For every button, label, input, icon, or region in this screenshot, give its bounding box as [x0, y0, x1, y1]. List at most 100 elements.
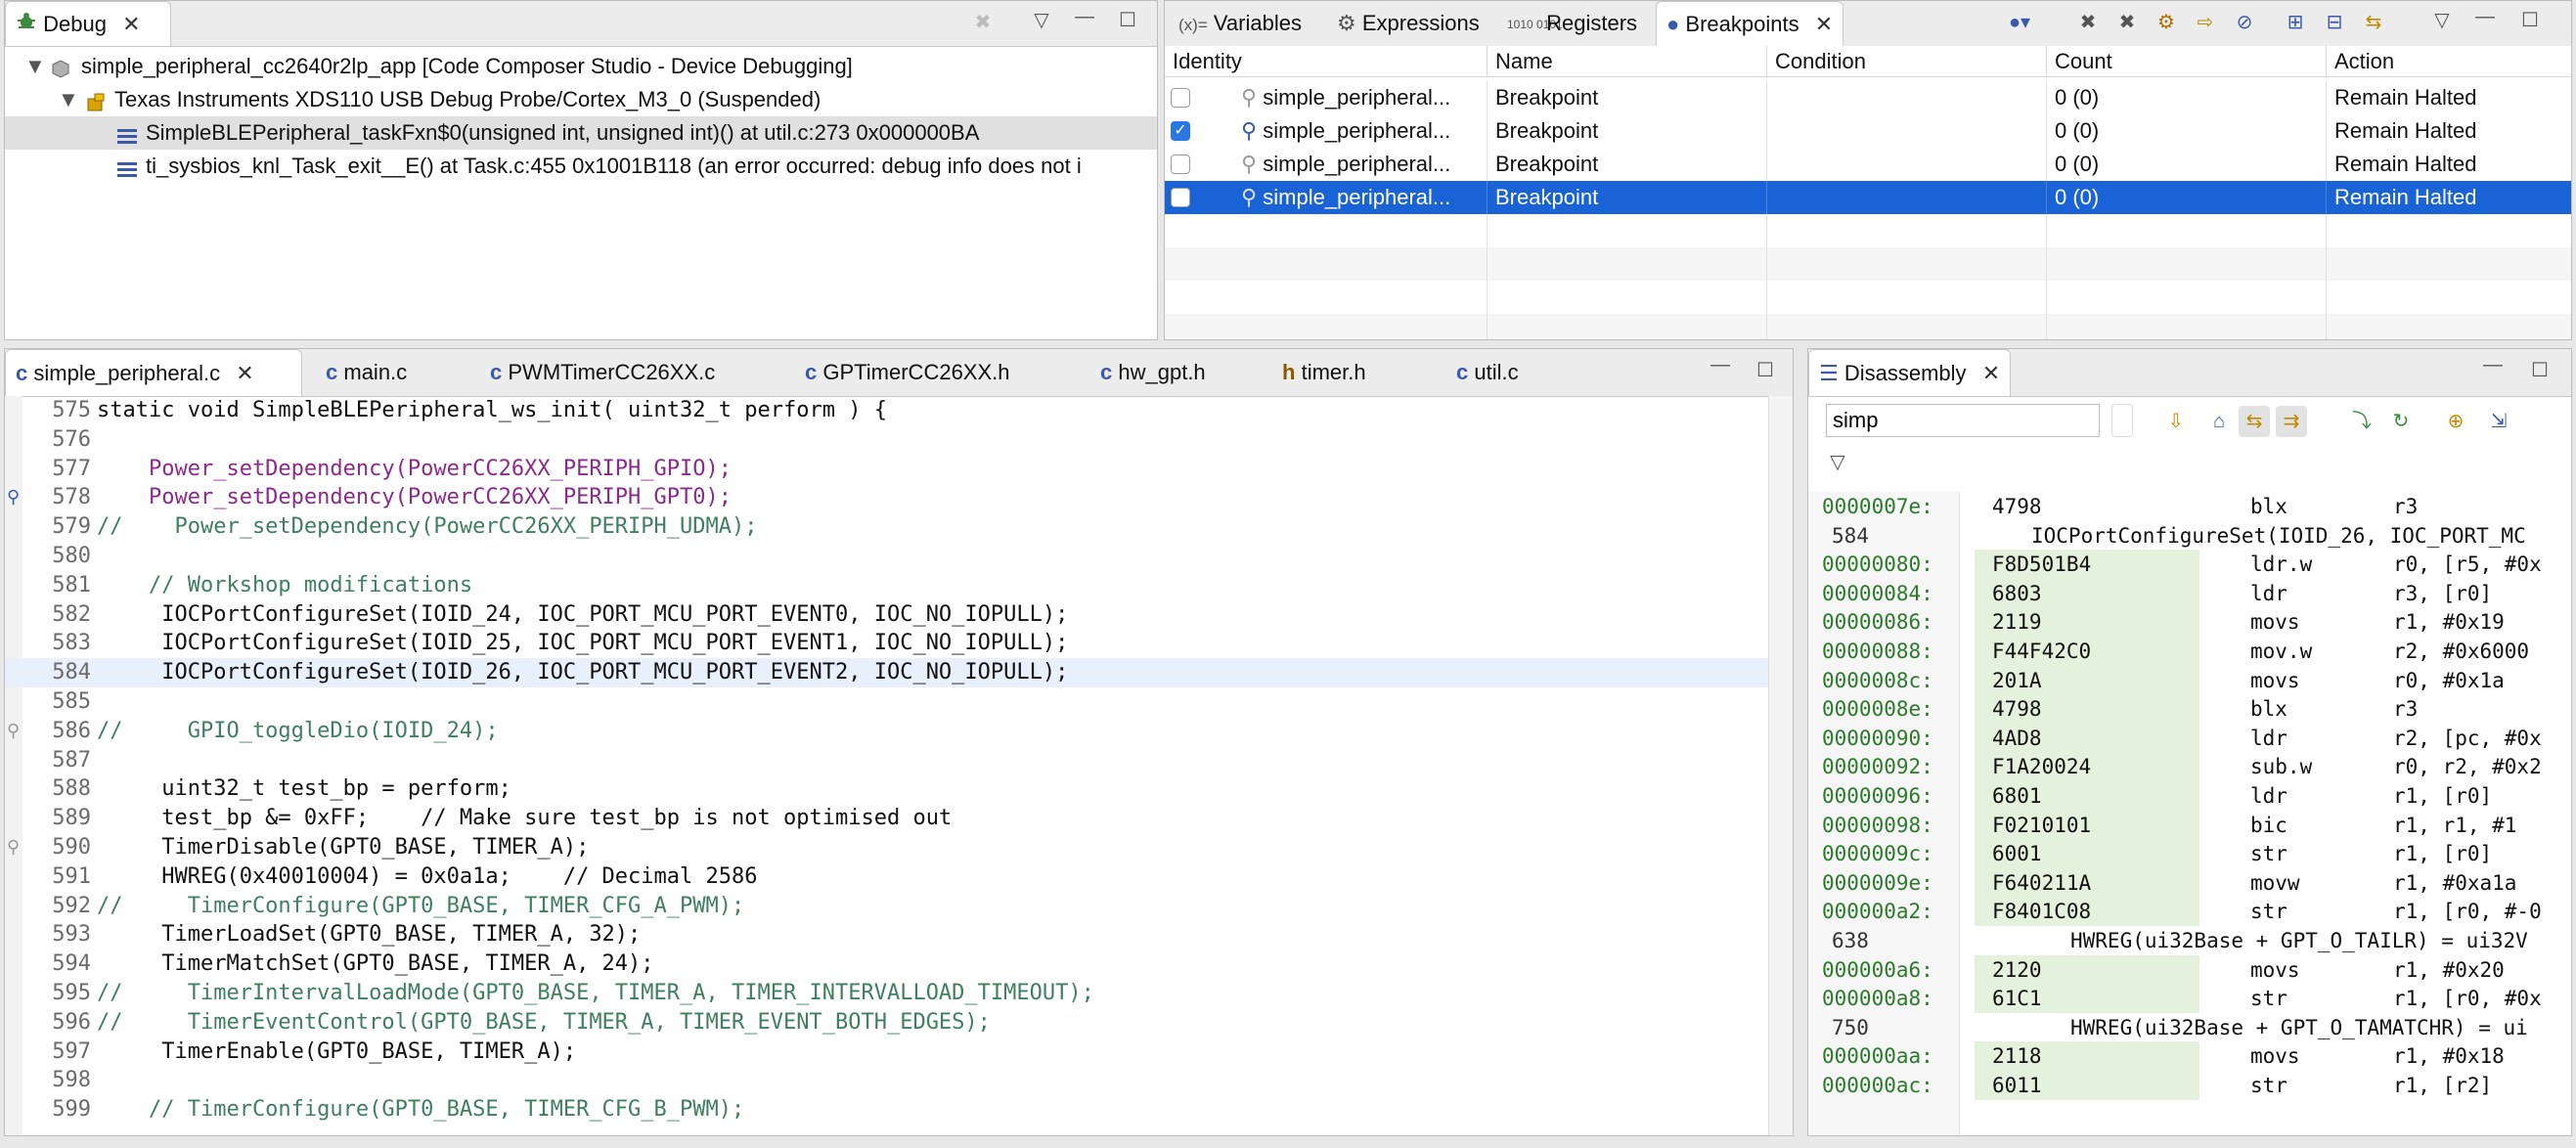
- source-line[interactable]: 638 HWREG(ui32Base + GPT_O_TAILR) = ui32V: [1808, 926, 2571, 955]
- code-line[interactable]: 581 // Workshop modifications: [5, 571, 1769, 600]
- tab-file-timer[interactable]: h timer.h: [1272, 349, 1376, 396]
- tab-file-util[interactable]: c util.c: [1446, 349, 1529, 396]
- close-icon[interactable]: ✕: [1815, 12, 1833, 36]
- link-with-editor-icon[interactable]: ⇆: [2239, 406, 2270, 437]
- new-view-icon[interactable]: ⊕: [2440, 406, 2471, 437]
- location-input[interactable]: [1826, 404, 2100, 437]
- breakpoint-marker-icon[interactable]: ⚲: [7, 483, 20, 512]
- close-icon[interactable]: ✕: [122, 12, 140, 36]
- view-menu-icon[interactable]: ▽: [1026, 5, 1057, 36]
- skip-all-icon[interactable]: ⚙: [2151, 7, 2182, 38]
- tree-item-stack-frame[interactable]: ti_sysbios_knl_Task_exit__E() at Task.c:…: [5, 150, 1157, 183]
- pin-icon[interactable]: ⇲: [2483, 406, 2514, 437]
- tab-file-simple-peripheral[interactable]: c simple_peripheral.c ✕: [5, 349, 302, 396]
- collapse-all-icon[interactable]: ⊟: [2319, 7, 2350, 38]
- code-line[interactable]: ⚲ 578 Power_setDependency(PowerCC26XX_PER…: [5, 483, 1769, 512]
- code-line[interactable]: 587: [5, 746, 1769, 775]
- breakpoint-enabled-checkbox[interactable]: [1171, 88, 1190, 108]
- home-icon[interactable]: ⌂: [2203, 406, 2235, 437]
- refresh-icon[interactable]: ↻: [2385, 406, 2417, 437]
- tree-item-launch[interactable]: ▼ simple_peripheral_cc2640r2lp_app [Code…: [5, 50, 1157, 83]
- code-line[interactable]: 589 test_bp &= 0xFF; // Make sure test_b…: [5, 804, 1769, 833]
- disabled-breakpoint-marker-icon[interactable]: ⚲: [7, 833, 20, 862]
- code-line[interactable]: 594 TimerMatchSet(GPT0_BASE, TIMER_A, 24…: [5, 949, 1769, 979]
- instruction-line[interactable]: 00000092: F1A20024 sub.w r0, r2, #0x2: [1808, 752, 2571, 782]
- close-icon[interactable]: ✕: [1982, 361, 2000, 385]
- code-line[interactable]: 599 // TimerConfigure(GPT0_BASE, TIMER_C…: [5, 1095, 1769, 1125]
- code-line[interactable]: 588 uint32_t test_bp = perform;: [5, 774, 1769, 804]
- tab-file-pwmtimer[interactable]: c PWMTimerCC26XX.c: [480, 349, 725, 396]
- source-line[interactable]: 584 IOCPortConfigureSet(IOID_26, IOC_PORT…: [1808, 521, 2571, 551]
- instruction-line[interactable]: 0000009c: 6001 str r1, [r0]: [1808, 839, 2571, 869]
- instruction-line[interactable]: 00000098: F0210101 bic r1, r1, #1: [1808, 810, 2571, 840]
- instruction-line[interactable]: 00000080: F8D501B4 ldr.w r0, [r5, #0x: [1808, 550, 2571, 580]
- code-line[interactable]: 582 IOCPortConfigureSet(IOID_24, IOC_POR…: [5, 600, 1769, 630]
- code-line[interactable]: 579// Power_setDependency(PowerCC26XX_PE…: [5, 512, 1769, 542]
- chevron-down-icon[interactable]: ▼: [24, 50, 46, 83]
- chevron-down-icon[interactable]: ▼: [58, 83, 79, 116]
- code-line[interactable]: 584 IOCPortConfigureSet(IOID_26, IOC_POR…: [5, 658, 1769, 687]
- skip-breakpoints-icon[interactable]: ⊘: [2229, 7, 2260, 38]
- code-line[interactable]: 592// TimerConfigure(GPT0_BASE, TIMER_CF…: [5, 892, 1769, 921]
- source-line[interactable]: 750 HWREG(ui32Base + GPT_O_TAMATCHR) = ui: [1808, 1013, 2571, 1042]
- code-editor[interactable]: 575 static void SimpleBLEPeripheral_ws_in…: [5, 396, 1769, 1135]
- minimize-icon[interactable]: —: [1705, 349, 1736, 380]
- minimize-icon[interactable]: —: [2477, 349, 2509, 380]
- step-instruction-icon[interactable]: ⤵: [2346, 406, 2377, 437]
- minimize-icon[interactable]: —: [2469, 1, 2501, 32]
- breakpoint-enabled-checkbox[interactable]: [1171, 155, 1190, 174]
- instruction-line[interactable]: 0000009e: F640211A movw r1, #0xa1a: [1808, 867, 2571, 898]
- instruction-line[interactable]: 000000aa: 2118 movs r1, #0x18: [1808, 1041, 2571, 1072]
- expand-all-icon[interactable]: ⊞: [2280, 7, 2311, 38]
- go-to-file-icon[interactable]: ⇨: [2190, 7, 2221, 38]
- column-header-action[interactable]: Action: [2327, 46, 2571, 77]
- remove-all-breakpoints-icon[interactable]: ✖: [2111, 7, 2143, 38]
- instruction-line[interactable]: 000000a2: F8401C08 str r1, [r0, #-0: [1808, 897, 2571, 927]
- new-breakpoint-icon[interactable]: ●▾: [2004, 7, 2035, 38]
- instruction-line[interactable]: 000000a8: 61C1 str r1, [r0, #0x: [1808, 984, 2571, 1014]
- instruction-line[interactable]: 0000008c: 201A movs r0, #0x1a: [1808, 665, 2571, 695]
- column-header-identity[interactable]: Identity: [1165, 46, 1488, 77]
- code-line[interactable]: 596// TimerEventControl(GPT0_BASE, TIMER…: [5, 1008, 1769, 1038]
- tab-file-hw-gpt[interactable]: c hw_gpt.h: [1090, 349, 1216, 396]
- code-line[interactable]: 580: [5, 542, 1769, 571]
- tab-disassembly[interactable]: ☰ Disassembly ✕: [1808, 349, 2012, 396]
- breakpoint-enabled-checkbox[interactable]: [1171, 188, 1190, 207]
- tab-file-gptimer[interactable]: c GPTimerCC26XX.h: [795, 349, 1020, 396]
- instruction-line[interactable]: 00000096: 6801 ldr r1, [r0]: [1808, 781, 2571, 811]
- instruction-line[interactable]: 000000ac: 6011 str r1, [r2]: [1808, 1071, 2571, 1100]
- column-header-name[interactable]: Name: [1488, 46, 1767, 77]
- show-source-icon[interactable]: ⇉: [2276, 406, 2307, 437]
- code-line[interactable]: 577 Power_setDependency(PowerCC26XX_PERI…: [5, 455, 1769, 484]
- tab-expressions[interactable]: ⚙ Expressions: [1327, 1, 1489, 46]
- tree-item-stack-frame[interactable]: SimpleBLEPeripheral_taskFxn$0(unsigned i…: [5, 116, 1157, 150]
- overview-ruler[interactable]: [1768, 396, 1793, 1135]
- remove-breakpoint-icon[interactable]: ✖: [2072, 7, 2104, 38]
- breakpoint-enabled-checkbox[interactable]: ✓: [1171, 121, 1190, 141]
- location-dropdown[interactable]: [2111, 404, 2133, 437]
- tab-debug[interactable]: Debug ✕: [5, 1, 171, 46]
- disassembly-listing[interactable]: 0000007e: 4798 blx r3 584 IOCPortConfigureSet…: [1808, 492, 2571, 1135]
- code-line[interactable]: ⚲ 586// GPIO_toggleDio(IOID_24);: [5, 717, 1769, 746]
- link-with-debug-icon[interactable]: ⇆: [2358, 7, 2389, 38]
- tab-variables[interactable]: (x)= Variables: [1169, 1, 1311, 46]
- remove-terminated-icon[interactable]: ✖: [967, 7, 999, 38]
- maximize-icon[interactable]: ☐: [2524, 355, 2555, 386]
- code-line[interactable]: 576: [5, 425, 1769, 455]
- code-line[interactable]: 575 static void SimpleBLEPeripheral_ws_in…: [5, 396, 1769, 425]
- maximize-icon[interactable]: ☐: [1750, 355, 1781, 386]
- instruction-line[interactable]: 00000086: 2119 movs r1, #0x19: [1808, 607, 2571, 638]
- maximize-icon[interactable]: ☐: [2514, 5, 2546, 36]
- tree-item-target[interactable]: ▼ Texas Instruments XDS110 USB Debug Pro…: [5, 83, 1157, 116]
- disabled-breakpoint-marker-icon[interactable]: ⚲: [7, 717, 20, 746]
- code-line[interactable]: 591 HWREG(0x40010004) = 0x0a1a; // Decim…: [5, 862, 1769, 892]
- view-menu-icon[interactable]: ▽: [2426, 5, 2458, 36]
- code-line[interactable]: 583 IOCPortConfigureSet(IOID_25, IOC_POR…: [5, 629, 1769, 658]
- code-line[interactable]: 585: [5, 687, 1769, 717]
- tab-breakpoints[interactable]: ● Breakpoints ✕: [1656, 1, 1844, 46]
- instruction-line[interactable]: 000000a6: 2120 movs r1, #0x20: [1808, 954, 2571, 985]
- table-row[interactable]: ✓ ⚲ simple_peripheral... Breakpoint 0 (0…: [1165, 114, 2571, 148]
- instruction-line[interactable]: 0000007e: 4798 blx r3: [1808, 492, 2571, 521]
- instruction-line[interactable]: 00000088: F44F42C0 mov.w r2, #0x6000: [1808, 637, 2571, 666]
- code-line[interactable]: 595// TimerIntervalLoadMode(GPT0_BASE, T…: [5, 979, 1769, 1008]
